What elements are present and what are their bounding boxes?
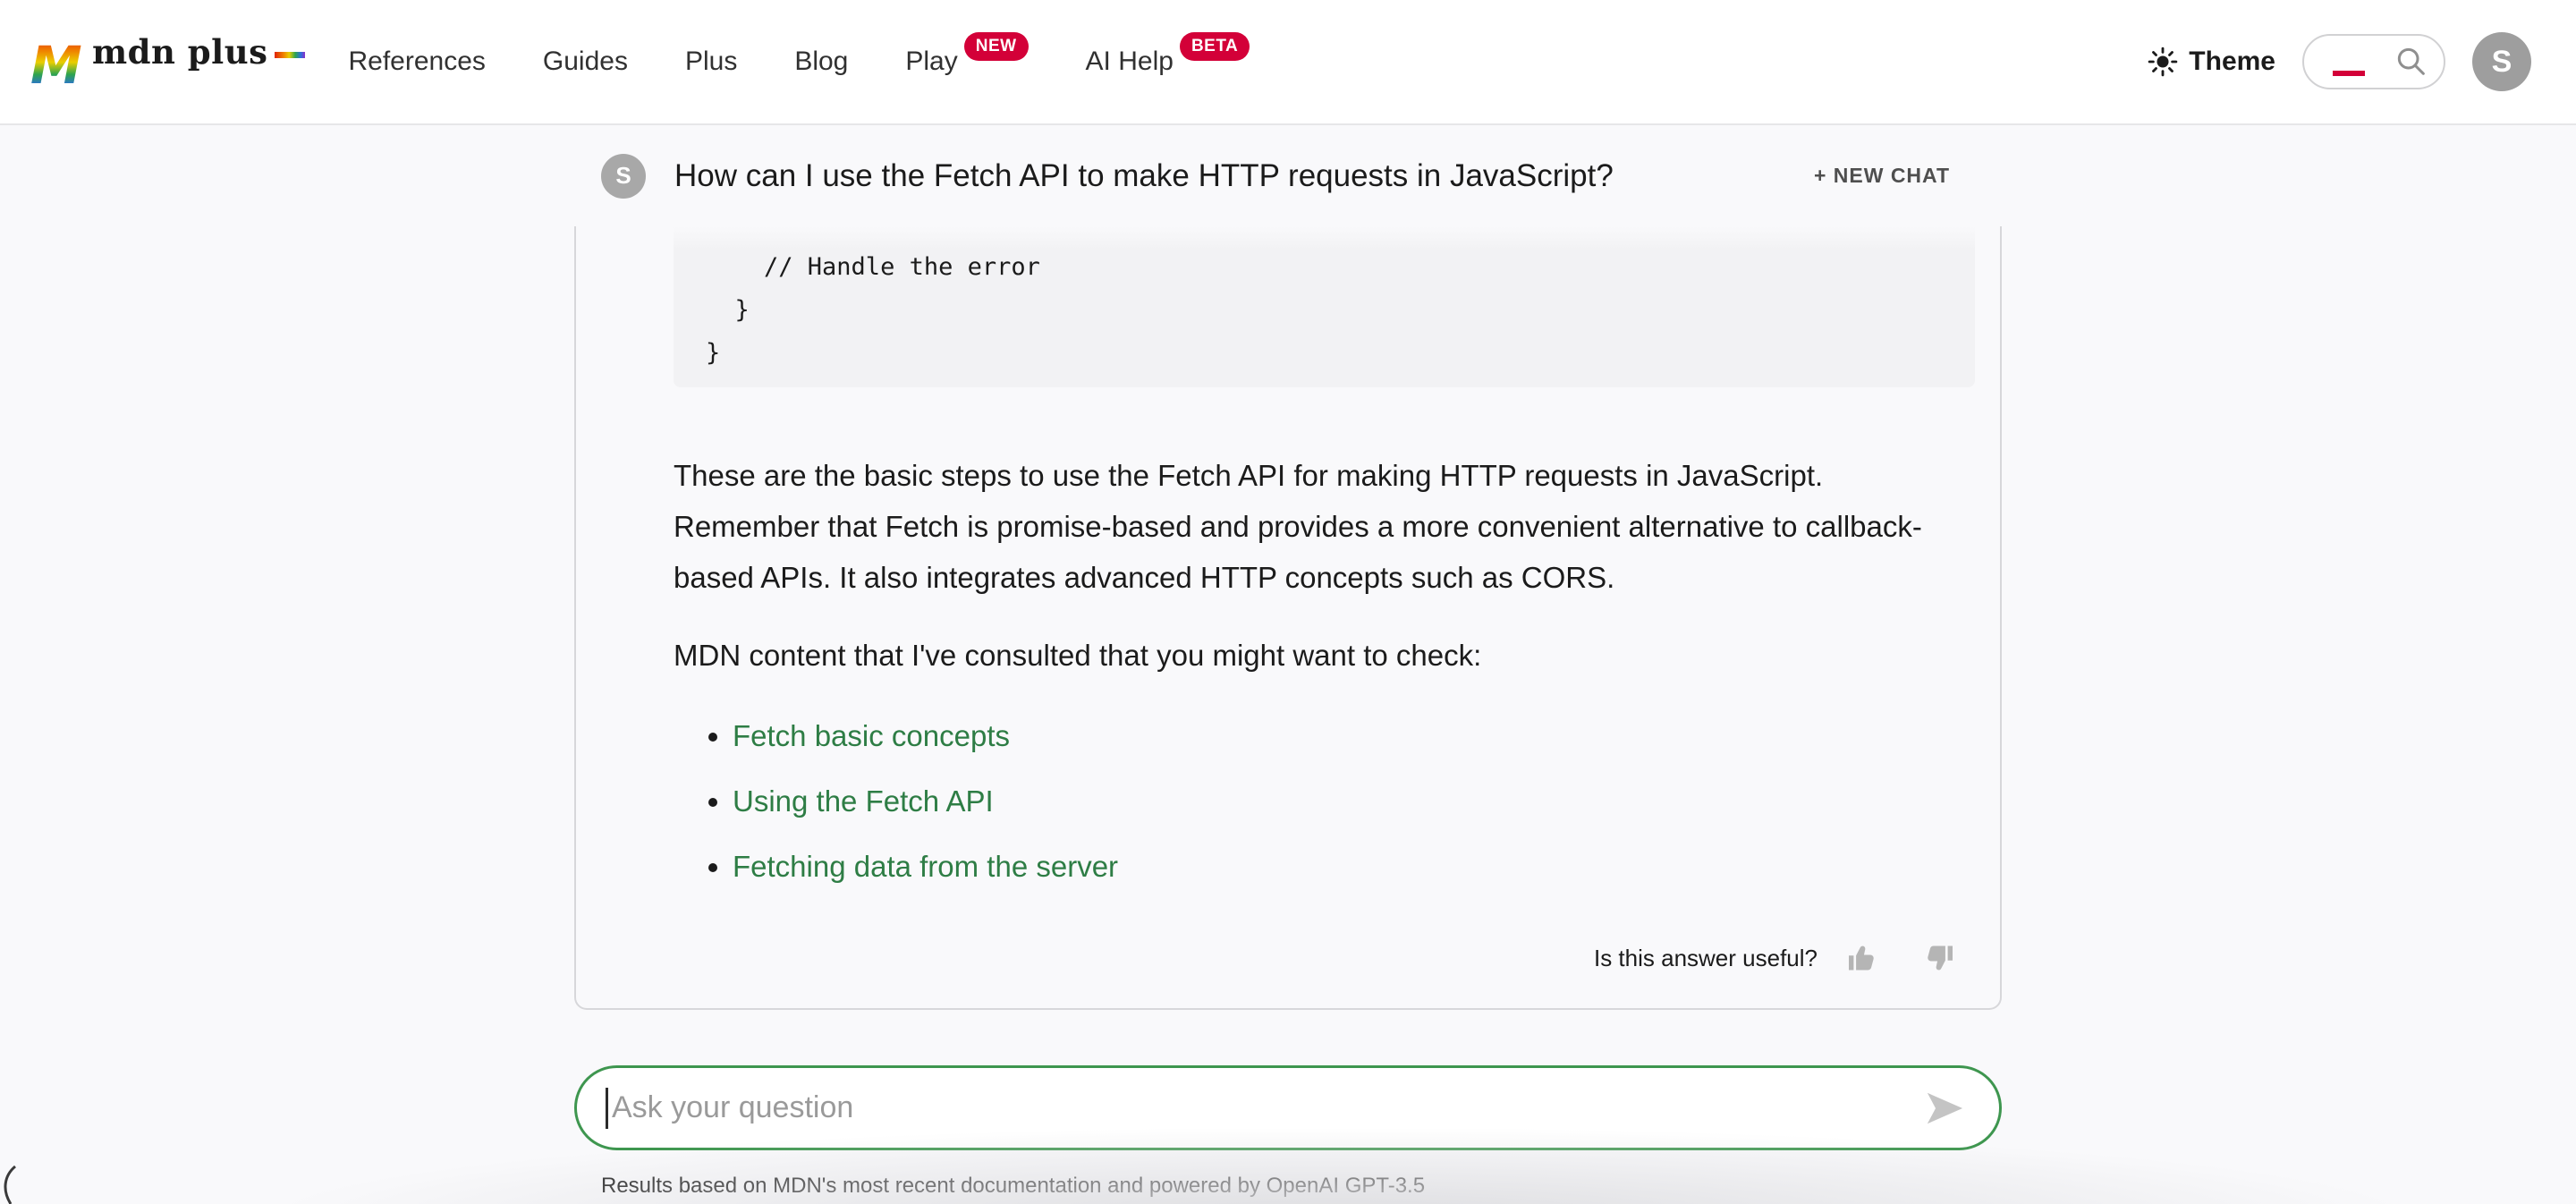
main-nav: References Guides Plus Blog Play NEW AI … [348, 47, 1250, 77]
doc-link-fetching-data-from-server[interactable]: Fetching data from the server [733, 850, 1118, 883]
theme-toggle-button[interactable]: Theme [2148, 47, 2275, 77]
answer-card: // Handle the error } } These are the ba… [574, 226, 2002, 1010]
new-badge: NEW [964, 32, 1029, 61]
answer-paragraph: These are the basic steps to use the Fet… [674, 450, 1975, 603]
feedback-label: Is this answer useful? [1594, 945, 1818, 972]
list-item: Fetch basic concepts [733, 710, 1975, 761]
svg-text:M: M [30, 35, 82, 91]
question-row: S How can I use the Fetch API to make HT… [574, 125, 2002, 226]
logo-underscore [275, 52, 305, 58]
ai-help-main: S How can I use the Fetch API to make HT… [0, 125, 2576, 1199]
nav-item-play[interactable]: Play NEW [905, 47, 1028, 77]
feedback-row: Is this answer useful? [674, 942, 1975, 974]
question-avatar: S [601, 154, 646, 199]
question-input[interactable]: Ask your question [574, 1065, 2002, 1150]
sun-icon [2148, 47, 2178, 77]
question-text: How can I use the Fetch API to make HTTP… [674, 158, 1614, 194]
consulted-doc-links: Fetch basic concepts Using the Fetch API… [674, 710, 1975, 892]
thumbs-down-icon [1923, 942, 1955, 974]
list-item: Fetching data from the server [733, 841, 1975, 892]
logo-wordmark: mdn plus [92, 32, 267, 72]
question-input-placeholder: Ask your question [612, 1090, 853, 1125]
text-caret [606, 1088, 608, 1129]
nav-item-guides[interactable]: Guides [543, 47, 628, 77]
send-icon [1924, 1088, 1965, 1129]
composer-footnote: Results based on MDN's most recent docum… [601, 1174, 2002, 1199]
new-chat-button[interactable]: + NEW CHAT [1809, 163, 1955, 189]
thumbs-down-button[interactable] [1923, 942, 1955, 974]
mdn-m-icon: M [30, 32, 84, 91]
code-block: // Handle the error } } [674, 226, 1975, 387]
user-avatar[interactable]: S [2472, 32, 2531, 91]
doc-link-using-the-fetch-api[interactable]: Using the Fetch API [733, 784, 994, 818]
thumbs-up-icon [1846, 942, 1878, 974]
search-input[interactable] [2302, 34, 2445, 89]
nav-item-plus[interactable]: Plus [685, 47, 737, 77]
nav-item-references[interactable]: References [348, 47, 485, 77]
answer-paragraph-sources-intro: MDN content that I've consulted that you… [674, 630, 1975, 681]
beta-badge: BETA [1180, 32, 1250, 61]
theme-label: Theme [2189, 47, 2275, 77]
search-icon [2394, 44, 2429, 80]
list-item: Using the Fetch API [733, 776, 1975, 827]
nav-item-ai-help[interactable]: AI Help BETA [1086, 47, 1250, 77]
site-header: M mdn plus References Guides Plus Blog P… [0, 0, 2576, 125]
mdn-plus-logo[interactable]: M mdn plus [30, 32, 305, 91]
nav-item-blog[interactable]: Blog [794, 47, 848, 77]
thumbs-up-button[interactable] [1846, 942, 1878, 974]
send-button[interactable] [1924, 1088, 1965, 1129]
doc-link-fetch-basic-concepts[interactable]: Fetch basic concepts [733, 719, 1010, 752]
search-cursor [2333, 71, 2365, 76]
header-right: Theme S [2148, 32, 2531, 91]
